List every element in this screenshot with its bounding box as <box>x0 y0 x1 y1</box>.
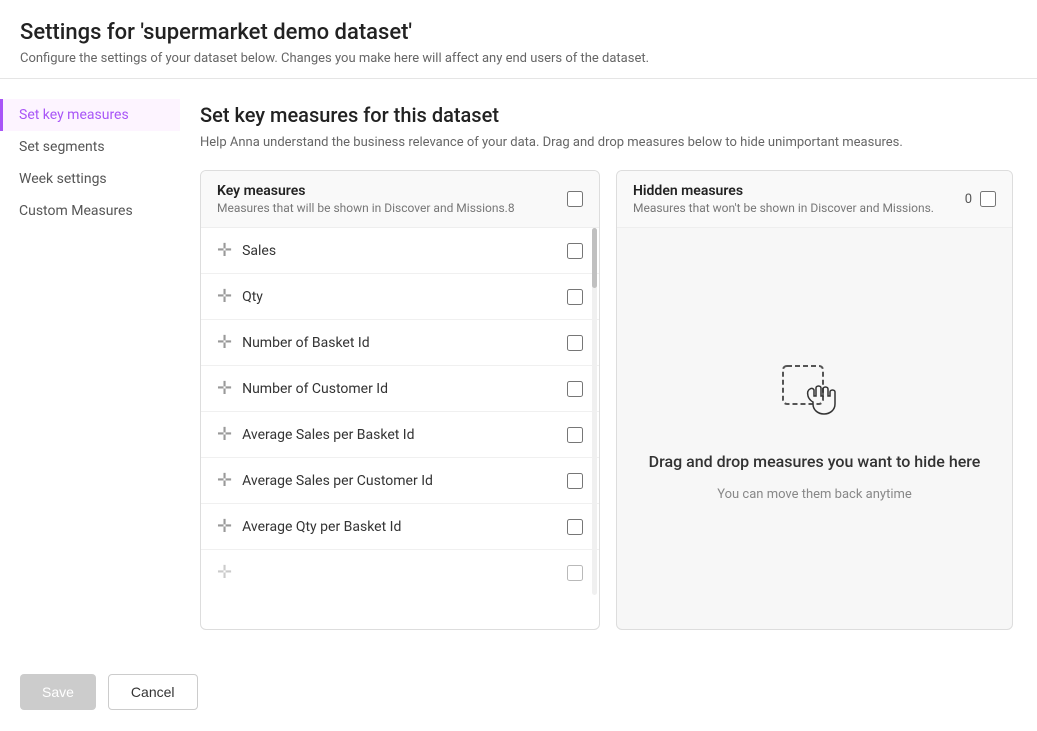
measure-checkbox-basket-id[interactable] <box>567 335 583 351</box>
scrollbar-track[interactable] <box>592 228 597 595</box>
measure-checkbox-sales[interactable] <box>567 243 583 259</box>
drag-drop-illustration-icon <box>775 356 855 436</box>
key-measures-header: Key measures Measures that will be shown… <box>201 171 599 228</box>
measure-item-avg-qty-basket: ✛ Average Qty per Basket Id <box>201 504 599 550</box>
hidden-measures-subtitle: Measures that won't be shown in Discover… <box>633 201 965 215</box>
drop-zone-sub-text: You can move them back anytime <box>717 487 912 502</box>
drop-zone-main-text: Drag and drop measures you want to hide … <box>649 452 981 471</box>
drag-handle-icon[interactable]: ✛ <box>217 470 232 491</box>
measure-item-sales: ✛ Sales <box>201 228 599 274</box>
drag-handle-icon[interactable]: ✛ <box>217 424 232 445</box>
drag-handle-icon[interactable]: ✛ <box>217 286 232 307</box>
sidebar-item-set-segments[interactable]: Set segments <box>0 131 180 163</box>
drag-handle-icon[interactable]: ✛ <box>217 240 232 261</box>
key-measures-subtitle: Measures that will be shown in Discover … <box>217 201 567 215</box>
sidebar-item-custom-measures[interactable]: Custom Measures <box>0 195 180 227</box>
measure-checkbox-customer-id[interactable] <box>567 381 583 397</box>
measure-name-avg-qty-basket: Average Qty per Basket Id <box>242 519 557 535</box>
measures-list-wrapper: ✛ Sales ✛ Qty ✛ Number of Basket Id <box>201 228 599 595</box>
measure-name-avg-sales-basket: Average Sales per Basket Id <box>242 427 557 443</box>
key-measures-title: Key measures <box>217 183 567 199</box>
measure-name-basket-id: Number of Basket Id <box>242 335 557 351</box>
measure-item-customer-id: ✛ Number of Customer Id <box>201 366 599 412</box>
content-area: Set key measures for this dataset Help A… <box>180 79 1037 654</box>
sidebar-item-set-key-measures[interactable]: Set key measures <box>0 99 180 131</box>
drop-zone[interactable]: Drag and drop measures you want to hide … <box>617 228 1012 629</box>
drag-handle-icon[interactable]: ✛ <box>217 378 232 399</box>
measure-checkbox-partial[interactable] <box>567 565 583 581</box>
drag-handle-icon[interactable]: ✛ <box>217 516 232 537</box>
sidebar-item-week-settings[interactable]: Week settings <box>0 163 180 195</box>
hidden-measures-count: 0 <box>965 192 972 207</box>
measure-checkbox-avg-sales-basket[interactable] <box>567 427 583 443</box>
measure-item-avg-sales-basket: ✛ Average Sales per Basket Id <box>201 412 599 458</box>
cancel-button[interactable]: Cancel <box>108 674 198 710</box>
measure-item-avg-sales-customer: ✛ Average Sales per Customer Id <box>201 458 599 504</box>
hidden-measures-select-all-checkbox[interactable] <box>980 191 996 207</box>
measure-name-qty: Qty <box>242 289 557 305</box>
measure-name-sales: Sales <box>242 243 557 259</box>
content-title: Set key measures for this dataset <box>200 103 1013 127</box>
hidden-measures-header: Hidden measures Measures that won't be s… <box>617 171 1012 228</box>
measure-item-partial: ✛ <box>201 550 599 595</box>
measure-checkbox-avg-qty-basket[interactable] <box>567 519 583 535</box>
page-title: Settings for 'supermarket demo dataset' <box>20 20 1017 45</box>
save-button[interactable]: Save <box>20 674 96 710</box>
page-subtitle: Configure the settings of your dataset b… <box>20 51 1017 66</box>
hidden-measures-title: Hidden measures <box>633 183 965 199</box>
key-measures-panel: Key measures Measures that will be shown… <box>200 170 600 630</box>
measure-checkbox-qty[interactable] <box>567 289 583 305</box>
page-header: Settings for 'supermarket demo dataset' … <box>0 0 1037 79</box>
measure-name-avg-sales-customer: Average Sales per Customer Id <box>242 473 557 489</box>
content-description: Help Anna understand the business releva… <box>200 135 1013 150</box>
measure-item-qty: ✛ Qty <box>201 274 599 320</box>
measure-name-customer-id: Number of Customer Id <box>242 381 557 397</box>
scrollbar-thumb[interactable] <box>592 228 597 288</box>
footer-actions: Save Cancel <box>0 654 1037 730</box>
drag-handle-icon[interactable]: ✛ <box>217 332 232 353</box>
measures-list: ✛ Sales ✛ Qty ✛ Number of Basket Id <box>201 228 599 595</box>
measures-layout: Key measures Measures that will be shown… <box>200 170 1013 630</box>
measure-checkbox-avg-sales-customer[interactable] <box>567 473 583 489</box>
drag-handle-icon[interactable]: ✛ <box>217 562 232 583</box>
measure-item-basket-id: ✛ Number of Basket Id <box>201 320 599 366</box>
key-measures-select-all-checkbox[interactable] <box>567 191 583 207</box>
hidden-measures-panel: Hidden measures Measures that won't be s… <box>616 170 1013 630</box>
sidebar: Set key measures Set segments Week setti… <box>0 79 180 654</box>
